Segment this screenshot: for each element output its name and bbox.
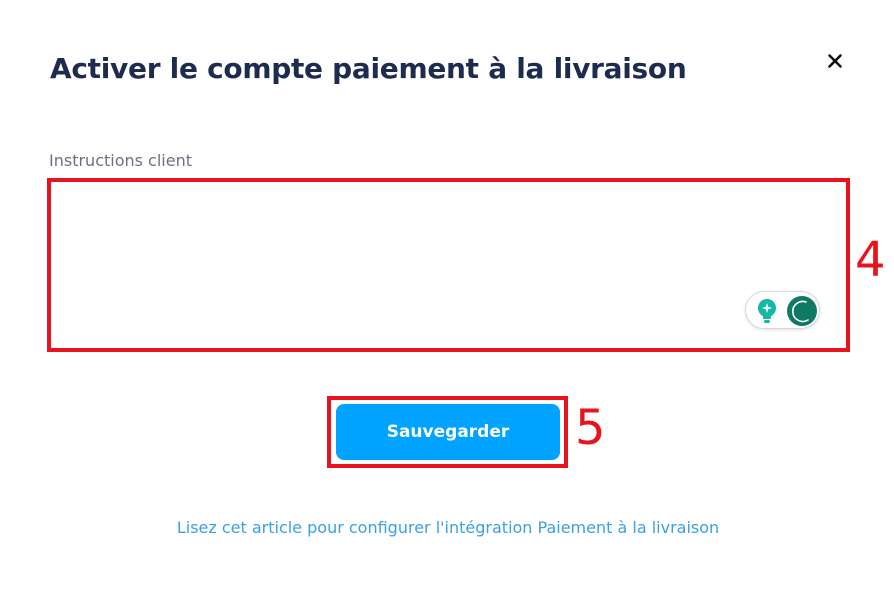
instructions-textarea[interactable] bbox=[51, 182, 846, 348]
instructions-label: Instructions client bbox=[49, 151, 192, 170]
dialog-title: Activer le compte paiement à la livraiso… bbox=[50, 52, 687, 85]
grammarly-icon[interactable] bbox=[786, 295, 818, 327]
modal-dialog: Activer le compte paiement à la livraiso… bbox=[0, 0, 894, 590]
close-icon bbox=[828, 54, 842, 68]
close-button[interactable] bbox=[822, 48, 848, 74]
lightbulb-icon[interactable] bbox=[756, 298, 778, 324]
annotation-number-5: 5 bbox=[575, 400, 606, 456]
instructions-field-container bbox=[50, 181, 847, 349]
grammar-assistant-widget[interactable] bbox=[745, 291, 820, 329]
save-button[interactable]: Sauvegarder bbox=[336, 404, 560, 460]
annotation-number-4: 4 bbox=[855, 232, 886, 288]
help-article-link[interactable]: Lisez cet article pour configurer l'inté… bbox=[0, 518, 894, 537]
